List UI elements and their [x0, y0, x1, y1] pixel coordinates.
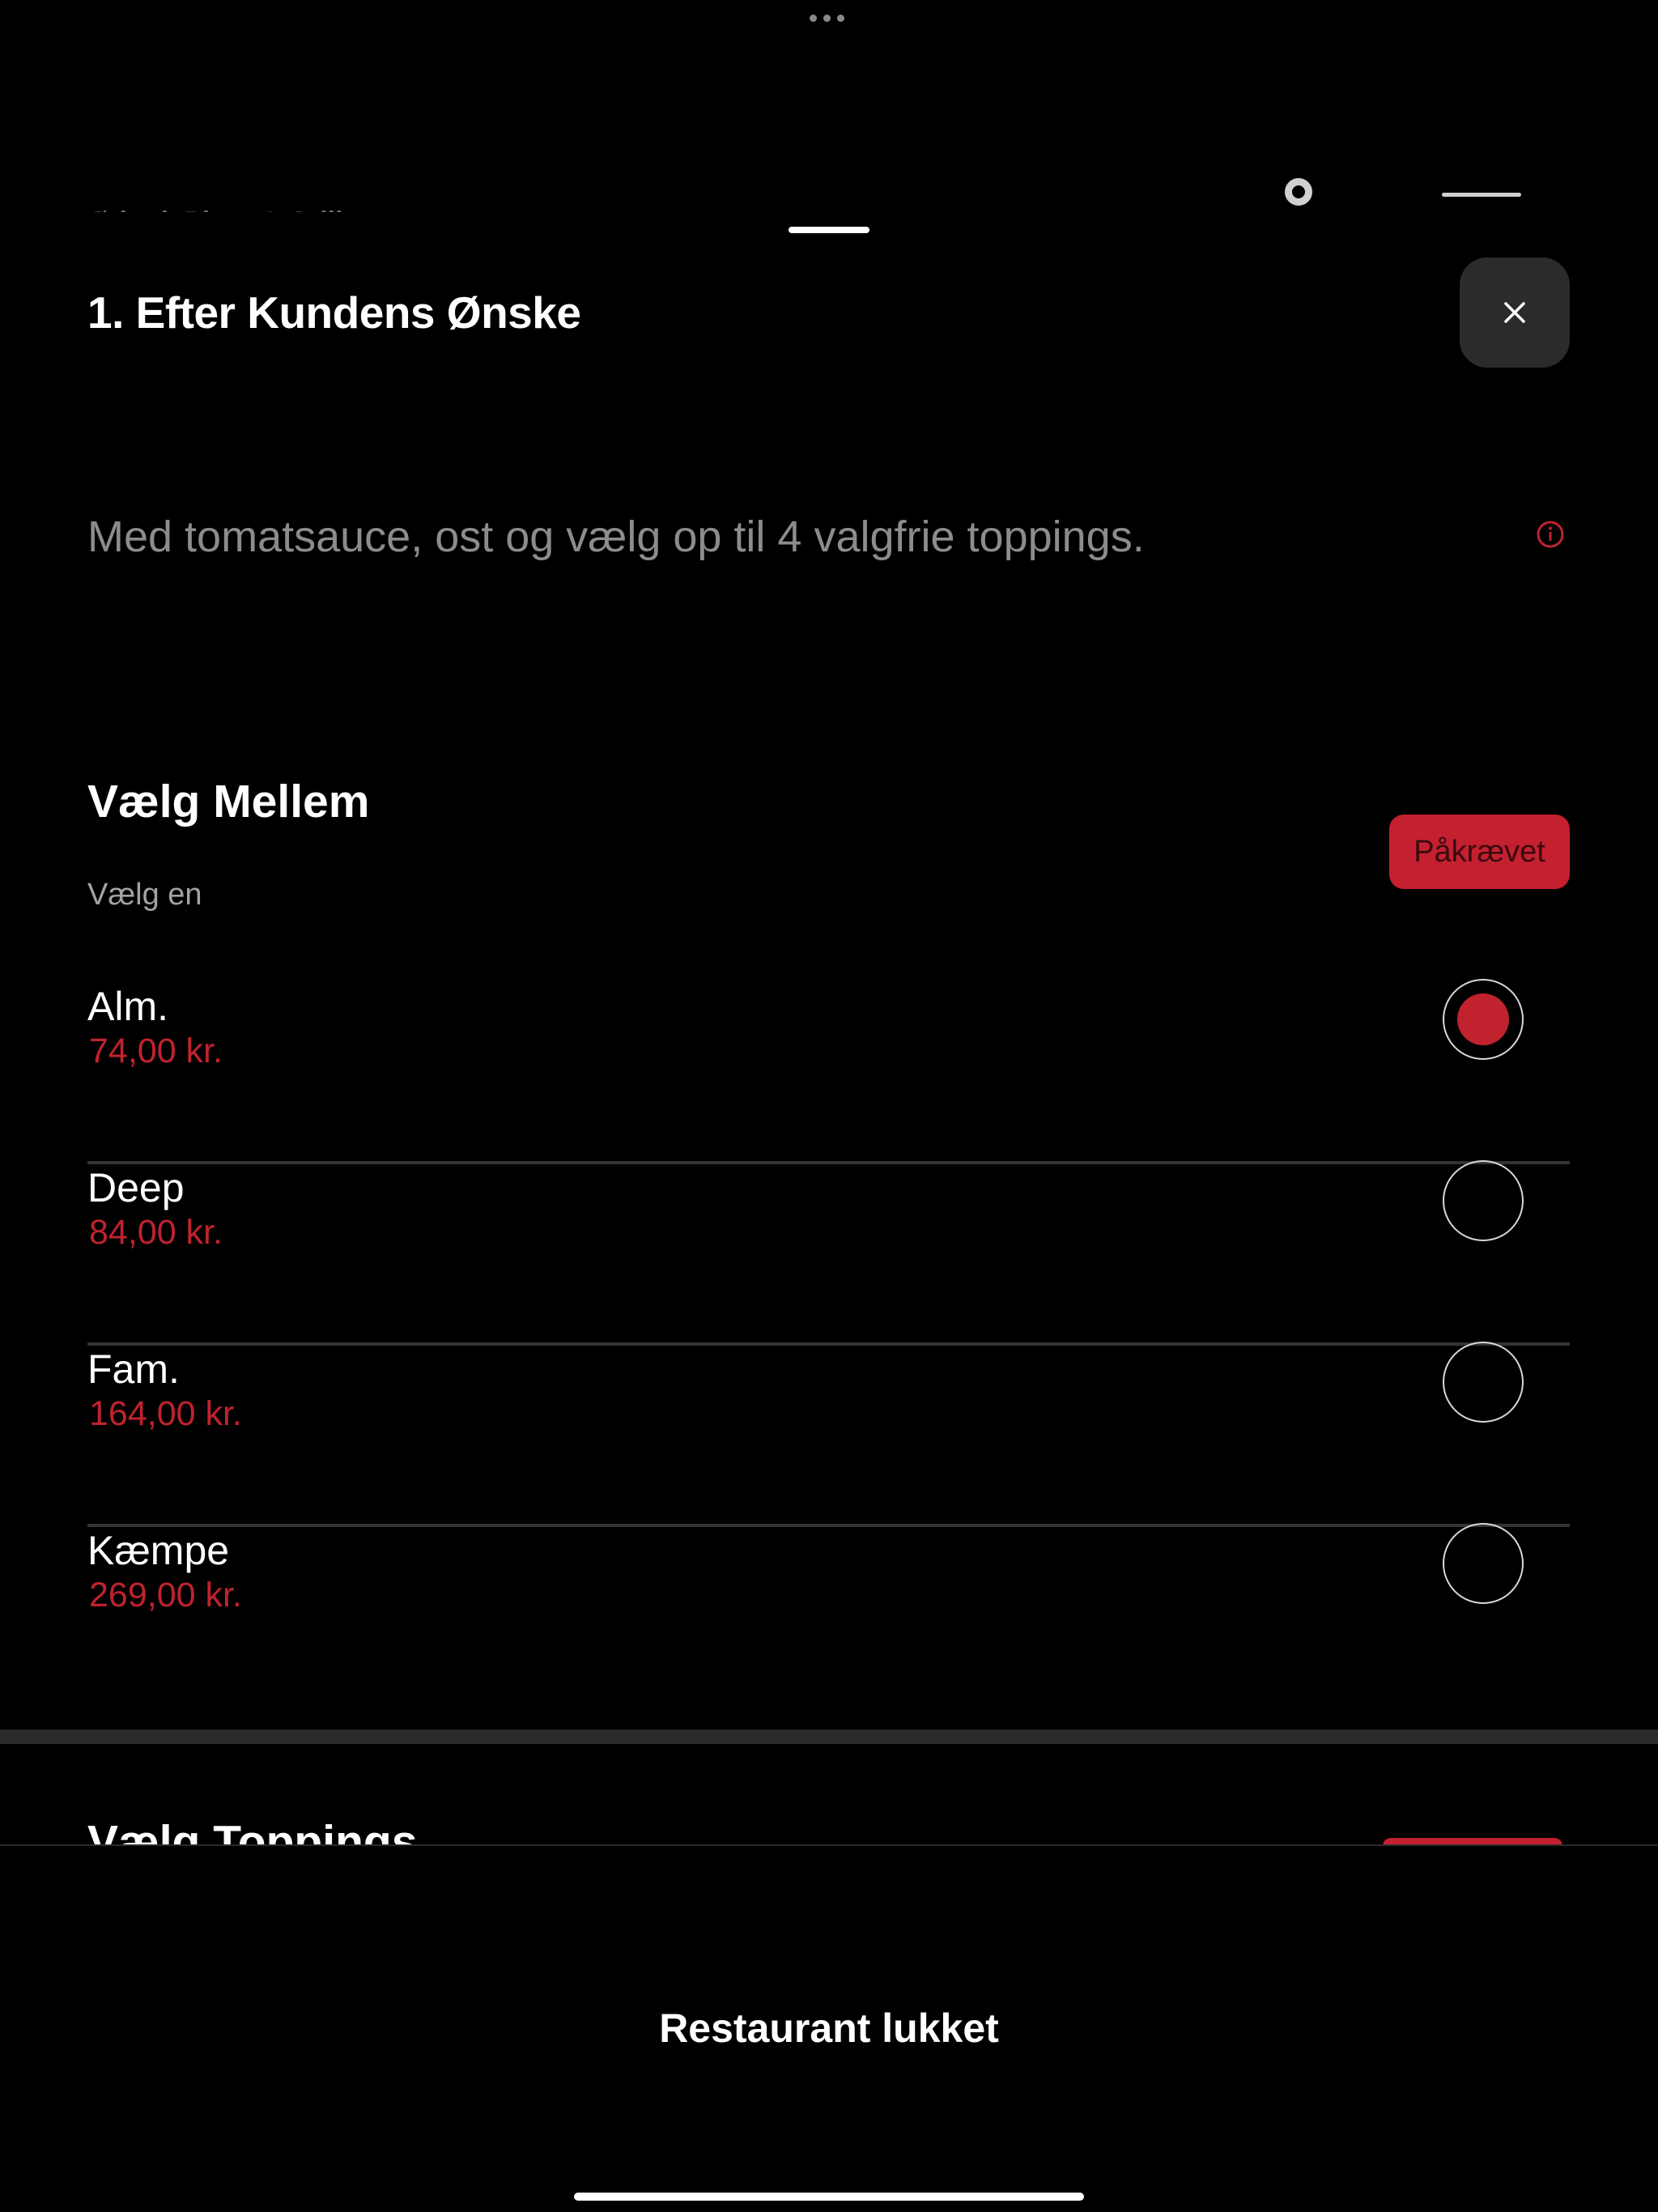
section-divider	[0, 1729, 1658, 1744]
size-section-title: Vælg Mellem	[87, 776, 370, 827]
option-price: 164,00 kr.	[89, 1394, 242, 1433]
close-icon	[1504, 302, 1525, 323]
multitasking-dots[interactable]	[810, 15, 844, 22]
radio-button[interactable]	[1443, 1160, 1524, 1241]
option-name: Deep	[87, 1165, 185, 1210]
option-name: Fam.	[87, 1346, 180, 1392]
option-name: Kæmpe	[87, 1528, 230, 1573]
product-options-page: Ørbæk Pizza & Grill 1. Efter Kundens Øns…	[0, 0, 1658, 2212]
required-badge: Påkrævet	[1389, 815, 1570, 889]
option-name: Alm.	[87, 984, 168, 1029]
size-option-kaempe[interactable]: Kæmpe 269,00 kr.	[87, 1523, 1570, 1708]
dot	[823, 15, 831, 22]
size-options-list: Alm. 74,00 kr. Deep 84,00 kr. Fam. 164,0…	[87, 979, 1570, 1708]
product-title: 1. Efter Kundens Ønske	[87, 287, 581, 338]
radio-button[interactable]	[1443, 1342, 1524, 1423]
size-option-fam[interactable]: Fam. 164,00 kr.	[87, 1342, 1570, 1527]
info-icon[interactable]	[1536, 520, 1565, 549]
size-section-subtitle: Vælg en	[87, 878, 202, 912]
dot	[810, 15, 817, 22]
option-price: 84,00 kr.	[89, 1213, 223, 1252]
status-ring-icon[interactable]	[1285, 178, 1312, 206]
radio-button[interactable]	[1443, 1523, 1524, 1604]
option-price: 269,00 kr.	[89, 1576, 242, 1614]
radio-selected-dot	[1457, 993, 1509, 1045]
home-indicator[interactable]	[574, 2193, 1084, 2201]
product-description: Med tomatsauce, ost og vælg op til 4 val…	[87, 513, 1145, 561]
size-option-deep[interactable]: Deep 84,00 kr.	[87, 1160, 1570, 1346]
bottom-bar: Restaurant lukket	[0, 1844, 1658, 2212]
sheet-grabber[interactable]	[789, 227, 869, 233]
options-sheet: 1. Efter Kundens Ønske Med tomatsauce, o…	[0, 212, 1658, 1848]
dot	[837, 15, 844, 22]
size-option-alm[interactable]: Alm. 74,00 kr.	[87, 979, 1570, 1164]
toppings-section-title: Vælg Toppings	[87, 1816, 418, 1846]
radio-button-selected[interactable]	[1443, 979, 1524, 1060]
restaurant-closed-label: Restaurant lukket	[659, 2006, 999, 2051]
close-button[interactable]	[1460, 257, 1570, 368]
option-price: 74,00 kr.	[89, 1032, 223, 1070]
